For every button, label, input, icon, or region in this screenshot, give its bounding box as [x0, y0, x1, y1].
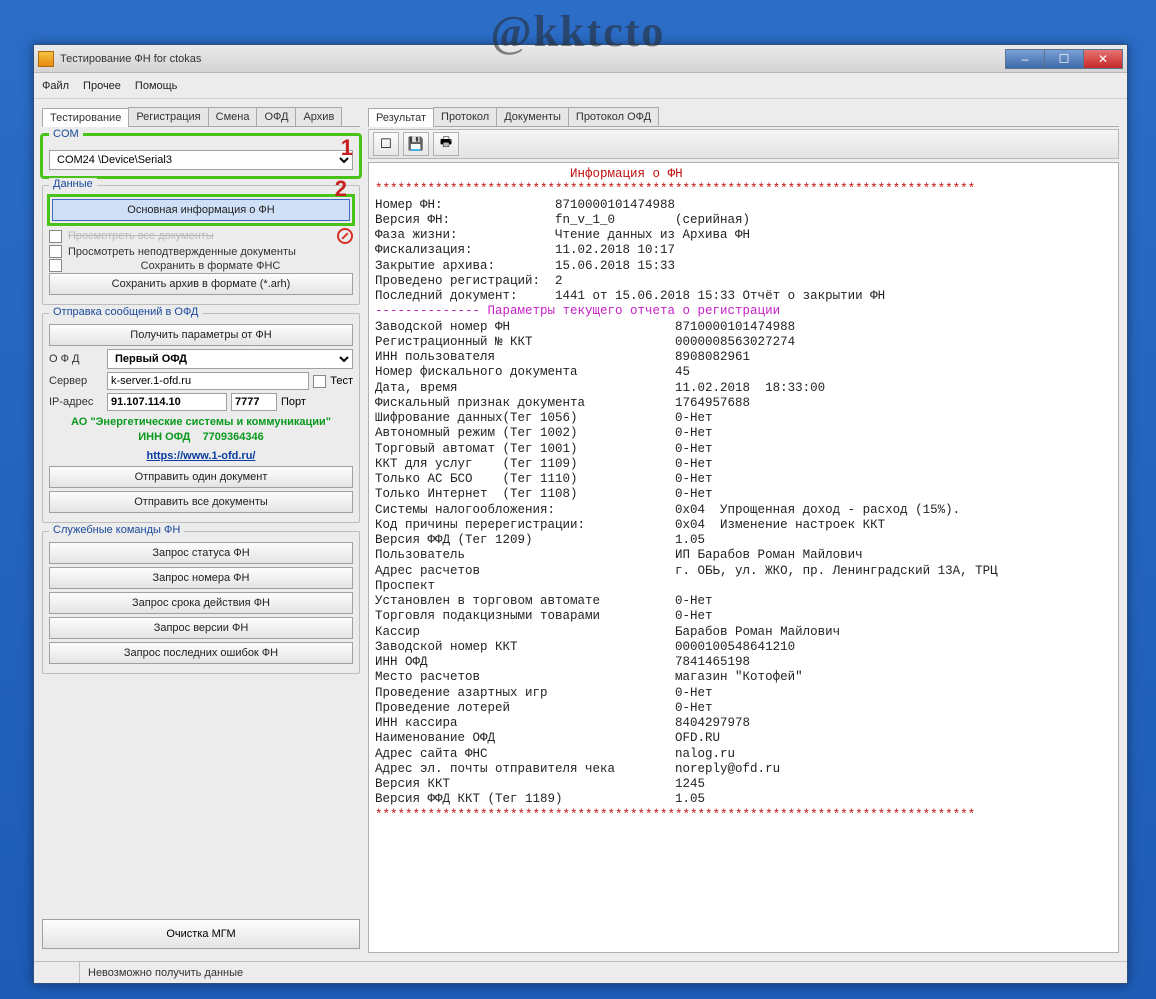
marker-2: 2 [335, 176, 347, 202]
com-port-select[interactable]: COM24 \Device\Serial3 [49, 150, 353, 170]
no-entry-icon [337, 228, 353, 244]
tab-shift[interactable]: Смена [208, 107, 258, 126]
close-button[interactable]: ✕ [1083, 49, 1123, 69]
ofd-inn-label: ИНН ОФД [138, 431, 190, 443]
group-data-label: Данные [49, 178, 97, 190]
btn-save-arh[interactable]: Сохранить архив в формате (*.arh) [49, 273, 353, 295]
maximize-button[interactable]: ☐ [1044, 49, 1084, 69]
ofd-select[interactable]: Первый ОФД [107, 349, 353, 369]
ofd-org: АО "Энергетические системы и коммуникаци… [49, 415, 353, 430]
console-text: Информация о ФН ************************… [369, 163, 1118, 827]
chk-view-unconfirmed-label: Просмотреть неподтвержденные документы [68, 246, 296, 258]
status-text: Невозможно получить данные [80, 967, 243, 979]
new-icon[interactable]: ☐ [373, 132, 399, 156]
group-service: Служебные команды ФН Запрос статуса ФН З… [42, 531, 360, 674]
menu-file[interactable]: Файл [42, 80, 69, 92]
right-pane: Результат Протокол Документы Протокол ОФ… [368, 107, 1119, 953]
port-input[interactable] [231, 393, 277, 411]
group-data: Данные 2 Основная информация о ФН Просмо… [42, 185, 360, 305]
window-title: Тестирование ФН for ctokas [60, 53, 1006, 65]
left-pane: Тестирование Регистрация Смена ОФД Архив… [42, 107, 360, 953]
menu-other[interactable]: Прочее [83, 80, 121, 92]
tab-registration[interactable]: Регистрация [128, 107, 208, 126]
tab-documents[interactable]: Документы [496, 107, 569, 126]
chk-view-all-label: Просмотреть все документы [68, 230, 331, 242]
chk-view-unconfirmed[interactable] [49, 245, 62, 258]
btn-number[interactable]: Запрос номера ФН [49, 567, 353, 589]
tab-protocol-ofd[interactable]: Протокол ОФД [568, 107, 659, 126]
btn-status[interactable]: Запрос статуса ФН [49, 542, 353, 564]
server-label: Сервер [49, 375, 103, 387]
titlebar: Тестирование ФН for ctokas – ☐ ✕ [34, 45, 1127, 73]
statusbar: Невозможно получить данные [34, 961, 1127, 983]
chk-save-fns-label: Сохранить в формате ФНС [68, 260, 353, 272]
ofd-inn-value: 7709364346 [203, 431, 264, 443]
marker-1: 1 [341, 135, 353, 161]
btn-expiry[interactable]: Запрос срока действия ФН [49, 592, 353, 614]
group-service-label: Служебные команды ФН [49, 524, 184, 536]
btn-send-one[interactable]: Отправить один документ [49, 466, 353, 488]
chk-test[interactable] [313, 375, 326, 388]
tab-result[interactable]: Результат [368, 108, 434, 127]
tab-ofd[interactable]: ОФД [256, 107, 296, 126]
chk-save-fns[interactable] [49, 259, 62, 272]
tab-protocol[interactable]: Протокол [433, 107, 497, 126]
save-icon[interactable]: 💾 [403, 132, 429, 156]
console-area[interactable]: Информация о ФН ************************… [368, 162, 1119, 953]
ip-label: IP-адрес [49, 396, 103, 408]
btn-clear-mgm[interactable]: Очистка МГМ [42, 919, 360, 949]
ip-input[interactable] [107, 393, 227, 411]
group-ofd: Отправка сообщений в ОФД Получить параме… [42, 313, 360, 523]
tab-testing[interactable]: Тестирование [42, 108, 129, 127]
group-com-label: COM [49, 128, 83, 140]
left-tabs: Тестирование Регистрация Смена ОФД Архив [42, 107, 360, 127]
ofd-select-label: О Ф Д [49, 353, 103, 365]
menu-help[interactable]: Помощь [135, 80, 178, 92]
tab-archive[interactable]: Архив [295, 107, 342, 126]
print-icon[interactable]: 🖶 [433, 132, 459, 156]
menubar: Файл Прочее Помощь [34, 73, 1127, 99]
server-input[interactable] [107, 372, 309, 390]
btn-send-all[interactable]: Отправить все документы [49, 491, 353, 513]
chk-test-label: Тест [330, 375, 353, 387]
app-icon [38, 51, 54, 67]
port-label: Порт [281, 396, 306, 408]
btn-main-info[interactable]: Основная информация о ФН [52, 199, 350, 221]
app-window: Тестирование ФН for ctokas – ☐ ✕ Файл Пр… [33, 44, 1128, 984]
group-ofd-label: Отправка сообщений в ОФД [49, 306, 202, 318]
btn-get-params[interactable]: Получить параметры от ФН [49, 324, 353, 346]
right-tabs: Результат Протокол Документы Протокол ОФ… [368, 107, 1119, 127]
toolbar: ☐ 💾 🖶 [368, 129, 1119, 159]
btn-errors[interactable]: Запрос последних ошибок ФН [49, 642, 353, 664]
chk-view-all[interactable] [49, 230, 62, 243]
ofd-link[interactable]: https://www.1-ofd.ru/ [49, 450, 353, 462]
minimize-button[interactable]: – [1005, 49, 1045, 69]
btn-version[interactable]: Запрос версии ФН [49, 617, 353, 639]
group-com: COM 1 COM24 \Device\Serial3 [42, 135, 360, 177]
